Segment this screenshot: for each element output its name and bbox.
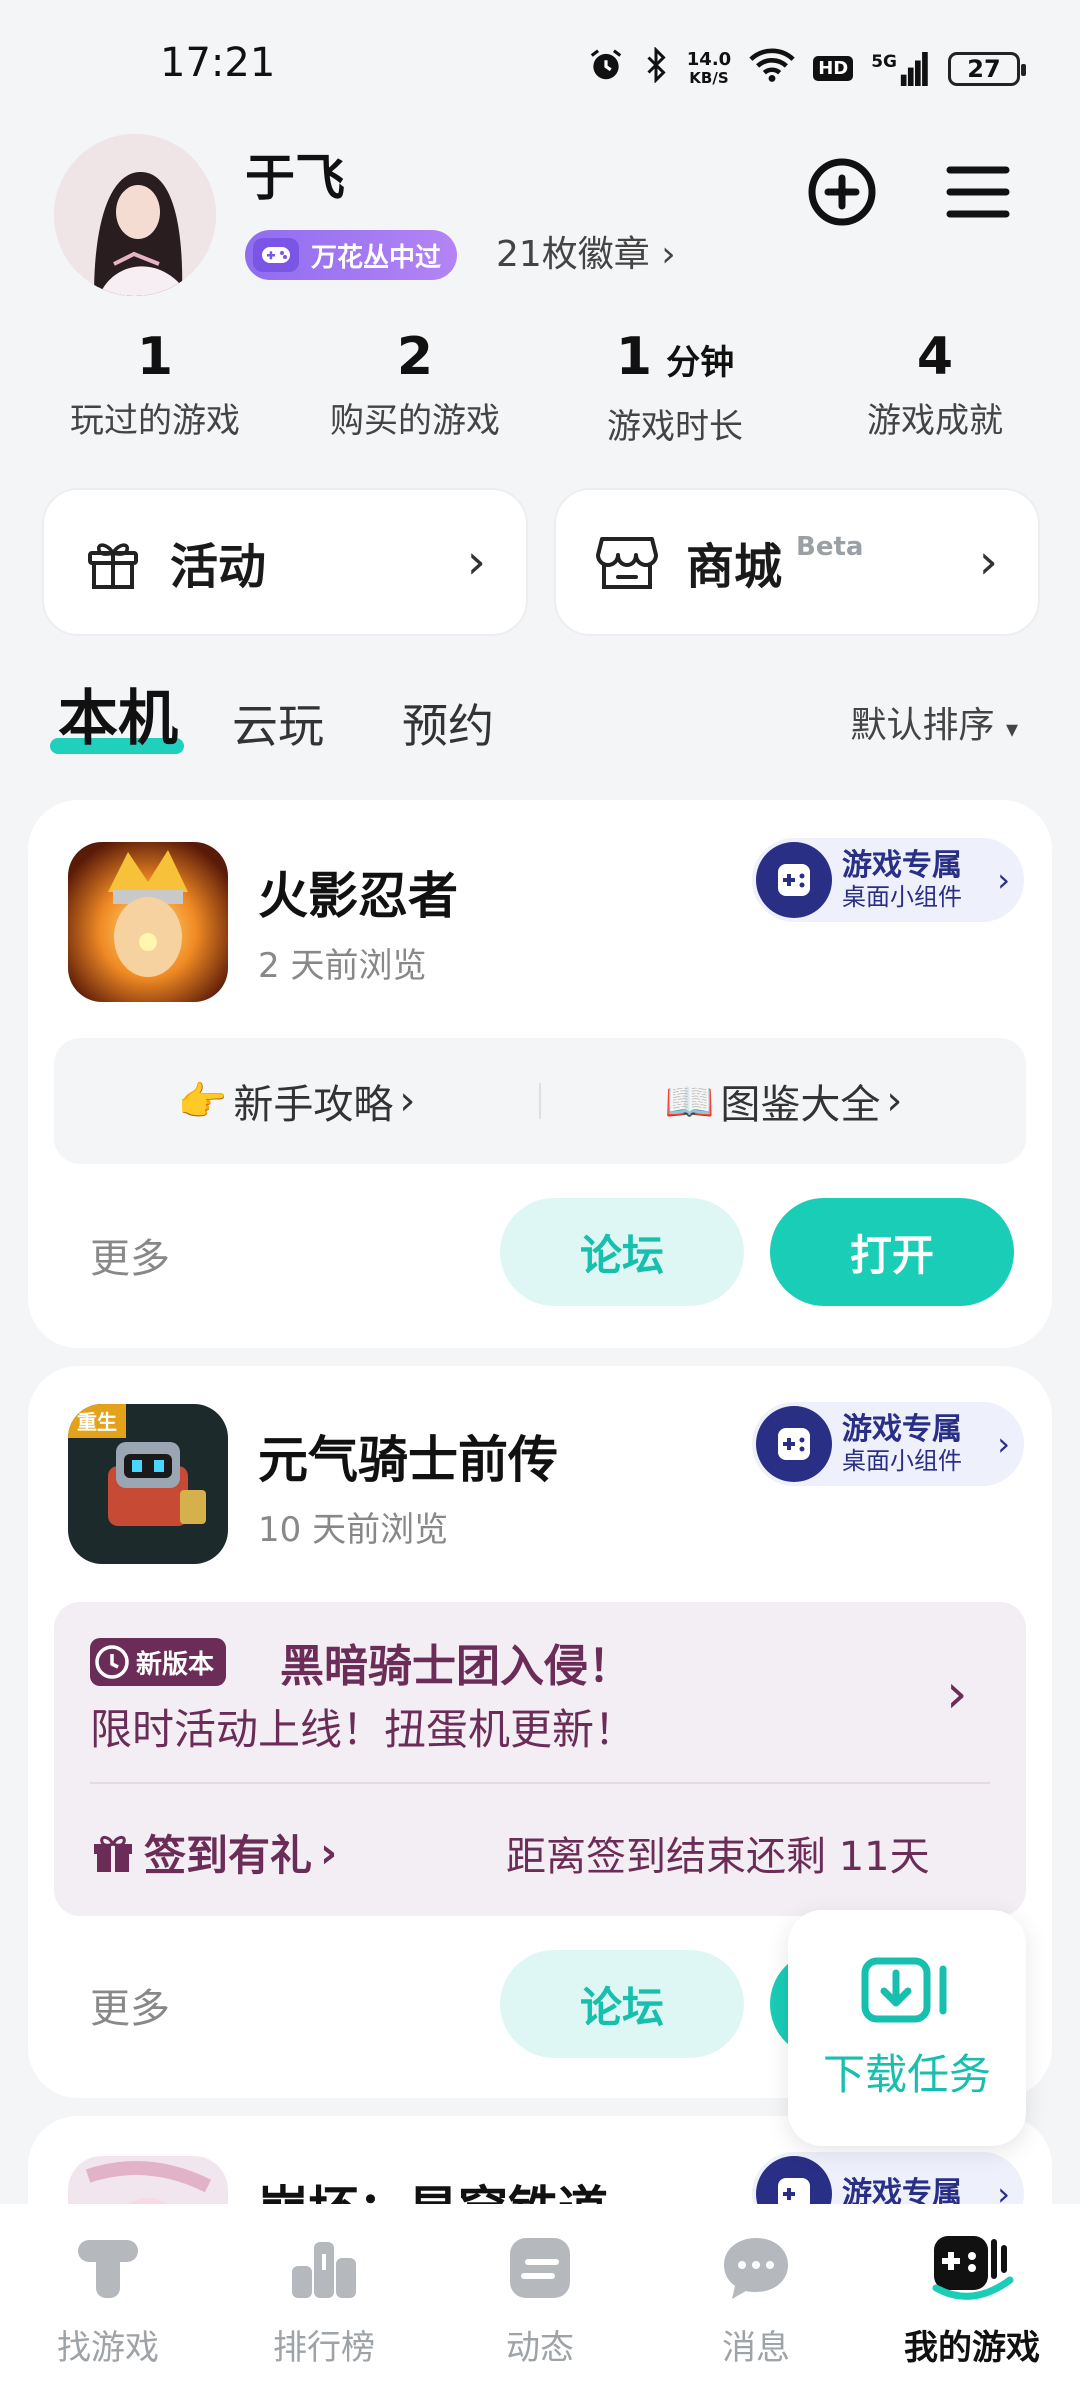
- guide-box: 👉 新手攻略 › 📖 图鉴大全 ›: [54, 1038, 1026, 1164]
- guide-wiki-link[interactable]: 📖 图鉴大全 ›: [541, 1072, 1026, 1130]
- stat-played[interactable]: 1 玩过的游戏: [25, 325, 285, 448]
- gamepad-icon: [756, 842, 832, 918]
- beta-tag: Beta: [796, 532, 864, 562]
- tab-local[interactable]: 本机: [58, 670, 178, 757]
- forum-button[interactable]: 论坛: [500, 1198, 744, 1306]
- avatar[interactable]: [54, 134, 216, 296]
- caret-down-icon: ▾: [1005, 715, 1018, 743]
- nav-find-games[interactable]: 找游戏: [0, 2204, 216, 2400]
- refresh-icon: [95, 1645, 129, 1679]
- gift-icon: [88, 543, 138, 589]
- store-label: 商城: [686, 539, 783, 595]
- svg-text:重生: 重生: [77, 1410, 117, 1434]
- add-button[interactable]: [806, 156, 878, 228]
- net-speed: 14.0 KB/S: [686, 48, 732, 87]
- download-label: 下载任务: [822, 2049, 991, 2099]
- sign-in-link[interactable]: 签到有礼 ›: [90, 1822, 337, 1883]
- nav-feed[interactable]: 动态: [432, 2204, 648, 2400]
- chevron-right-icon: ›: [997, 861, 1010, 899]
- stat-achievements[interactable]: 4 游戏成就: [805, 325, 1065, 448]
- nav-rankings[interactable]: 排行榜: [216, 2204, 432, 2400]
- status-icons: 14.0 KB/S HD 5G 27: [587, 46, 1026, 91]
- widget-chip[interactable]: 游戏专属 桌面小组件 ›: [752, 838, 1024, 922]
- guide-beginner-link[interactable]: 👉 新手攻略 ›: [54, 1072, 539, 1130]
- sort-dropdown[interactable]: 默认排序 ▾: [850, 696, 1018, 748]
- forum-button[interactable]: 论坛: [500, 1950, 744, 2058]
- signal-icon: 5G: [871, 51, 930, 86]
- event-title: 黑暗骑士团入侵！: [280, 1641, 632, 1692]
- open-button[interactable]: 打开: [770, 1198, 1014, 1306]
- gamepad-icon: [756, 1406, 832, 1482]
- game-last-viewed: 2 天前浏览: [258, 946, 427, 986]
- activity-label: 活动: [170, 539, 267, 595]
- menu-button[interactable]: [942, 156, 1014, 228]
- stats-row: 1 玩过的游戏 2 购买的游戏 1 分钟 游戏时长 4 游戏成就: [0, 325, 1080, 448]
- download-tasks-button[interactable]: 下载任务: [788, 1910, 1026, 2146]
- game-icon-soulknight[interactable]: 重生: [68, 1404, 228, 1564]
- chevron-right-icon: ›: [997, 1425, 1010, 1463]
- hamburger-icon: [946, 166, 1010, 218]
- game-icon-naruto[interactable]: [68, 842, 228, 1002]
- event-description: 限时活动上线！扭蛋机更新！: [90, 1705, 637, 1754]
- nav-my-games[interactable]: 我的游戏: [864, 2204, 1080, 2400]
- stat-purchased[interactable]: 2 购买的游戏: [285, 325, 545, 448]
- more-link[interactable]: 更多: [90, 1976, 170, 2034]
- game-last-viewed: 10 天前浏览: [258, 1510, 449, 1550]
- pointing-hand-icon: 👉: [177, 1078, 228, 1125]
- activity-card[interactable]: 活动 ›: [42, 488, 528, 636]
- chevron-right-icon[interactable]: ›: [946, 1662, 968, 1725]
- title-badge[interactable]: 万花丛中过: [245, 230, 458, 280]
- tab-reserve[interactable]: 预约: [402, 690, 494, 756]
- store-icon: [596, 537, 658, 589]
- feed-icon: [510, 2238, 570, 2298]
- gift-icon: [94, 1835, 132, 1872]
- more-link[interactable]: 更多: [90, 1226, 170, 1284]
- new-version-tag: 新版本: [90, 1638, 227, 1686]
- alarm-icon: [587, 46, 625, 91]
- badges-count-link[interactable]: 21枚徽章 ›: [496, 230, 676, 280]
- my-games-icon: [932, 2236, 1014, 2300]
- sign-remaining: 距离签到结束还剩 11天: [506, 1834, 930, 1880]
- gamepad-icon: [253, 238, 299, 272]
- battery-indicator: 27: [948, 51, 1026, 86]
- widget-chip[interactable]: 游戏专属 桌面小组件 ›: [752, 1402, 1024, 1486]
- badge-text: 万花丛中过: [311, 242, 442, 273]
- plus-circle-icon: [808, 158, 876, 226]
- hd-icon: HD: [813, 56, 854, 81]
- nav-messages[interactable]: 消息: [648, 2204, 864, 2400]
- rankings-icon: [292, 2242, 356, 2298]
- divider: [90, 1782, 990, 1784]
- book-icon: 📖: [664, 1078, 715, 1125]
- game-title: 元气骑士前传: [258, 1431, 558, 1489]
- store-card[interactable]: 商城 Beta ›: [554, 488, 1040, 636]
- bottom-nav: 找游戏 排行榜 动态 消息 我的游戏: [0, 2204, 1080, 2400]
- chevron-right-icon: ›: [978, 534, 998, 590]
- stat-playtime[interactable]: 1 分钟 游戏时长: [545, 325, 805, 448]
- download-icon: [861, 1957, 947, 2022]
- chat-bubble-icon: [724, 2238, 788, 2299]
- find-games-icon: [78, 2240, 138, 2298]
- game-title: 火影忍者: [258, 867, 458, 925]
- tab-cloud[interactable]: 云玩: [232, 690, 324, 756]
- wifi-icon: [749, 47, 795, 90]
- chevron-right-icon: ›: [466, 534, 486, 590]
- username: 于飞: [245, 149, 345, 207]
- bluetooth-icon: [643, 46, 669, 90]
- status-time: 17:21: [160, 40, 276, 86]
